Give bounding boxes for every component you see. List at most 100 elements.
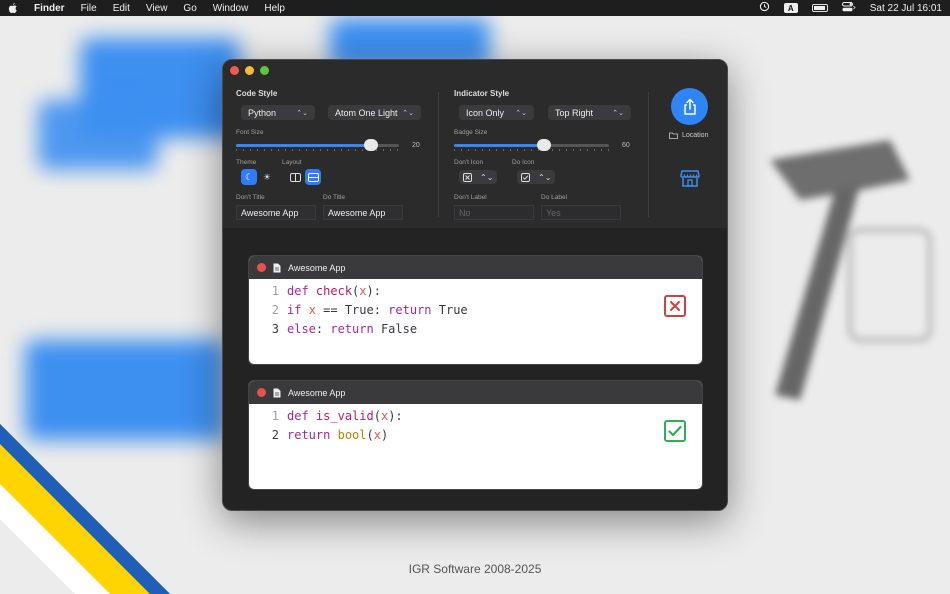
card-titlebar: Awesome App xyxy=(249,256,702,279)
section-divider xyxy=(438,92,439,217)
location-label: Location xyxy=(682,132,709,139)
indicator-mode-popup[interactable]: Icon Only ⌃⌄ xyxy=(459,105,534,120)
zoom-button[interactable] xyxy=(260,66,269,75)
dont-badge xyxy=(664,295,686,317)
indicator-mode-value: Icon Only xyxy=(466,107,505,118)
line-number: 1 xyxy=(271,284,279,298)
code-block: 1 def check(x): 2 if x == True: return Tr… xyxy=(249,279,702,339)
slider-ticks xyxy=(454,149,609,151)
badge-size-value: 60 xyxy=(622,142,630,149)
code-line: 1 def is_valid(x): xyxy=(249,407,702,426)
theme-label: Theme xyxy=(236,159,257,166)
card-titlebar: Awesome App xyxy=(249,381,702,404)
preview-good-card: Awesome App 1 def is_valid(x): 2 return b… xyxy=(248,380,703,490)
menu-file[interactable]: File xyxy=(81,3,97,14)
slider-fill xyxy=(454,144,544,147)
blurred-folder xyxy=(38,100,158,170)
menu-edit[interactable]: Edit xyxy=(113,3,130,14)
x-square-icon xyxy=(463,172,472,182)
do-label-label: Do Label xyxy=(541,194,568,201)
sun-icon[interactable]: ☀ xyxy=(259,169,275,185)
close-dot xyxy=(257,263,266,272)
chevron-updown-icon: ⌃⌄ xyxy=(296,109,308,117)
font-size-label: Font Size xyxy=(236,129,264,136)
store-icon[interactable] xyxy=(680,168,700,188)
line-number: 2 xyxy=(271,303,279,317)
menu-window[interactable]: Window xyxy=(213,3,249,14)
badge-size-slider[interactable] xyxy=(454,139,609,153)
document-icon xyxy=(273,263,281,272)
control-center-icon[interactable] xyxy=(841,1,856,15)
copyright-footer: IGR Software 2008-2025 xyxy=(408,562,542,576)
line-number: 2 xyxy=(271,428,279,442)
language-popup[interactable]: Python ⌃⌄ xyxy=(241,105,315,120)
theme-popup[interactable]: Atom One Light ⌃⌄ xyxy=(328,105,421,120)
code-line: 1 def check(x): xyxy=(249,282,702,301)
chevron-updown-icon: ⌃⌄ xyxy=(402,109,414,117)
code-line: 3 else: return False xyxy=(249,320,702,339)
folder-icon xyxy=(669,132,678,139)
split-vertical-icon[interactable] xyxy=(287,169,303,185)
layout-toggle[interactable] xyxy=(287,169,321,185)
share-button[interactable] xyxy=(671,88,708,125)
preview-bad-card: Awesome App 1 def check(x): 2 if x == Tru… xyxy=(248,255,703,365)
dont-label-field[interactable]: No xyxy=(454,205,534,220)
indicator-style-heading: Indicator Style xyxy=(454,89,510,98)
dont-title-label: Don't Title xyxy=(236,194,265,201)
slider-knob[interactable] xyxy=(537,139,551,151)
card-title: Awesome App xyxy=(288,387,346,398)
time-machine-icon[interactable] xyxy=(759,1,770,15)
app-window: Code Style Python ⌃⌄ Atom One Light ⌃⌄ Fon… xyxy=(222,59,728,511)
input-source-icon[interactable]: A xyxy=(783,3,798,13)
font-size-value: 20 xyxy=(412,142,420,149)
chevron-updown-icon: ⌃⌄ xyxy=(515,109,527,117)
split-horizontal-icon[interactable] xyxy=(305,169,321,185)
theme-toggle[interactable]: ☾ ☀ xyxy=(241,169,275,185)
settings-panel: Code Style Python ⌃⌄ Atom One Light ⌃⌄ Fon… xyxy=(223,60,727,228)
code-style-heading: Code Style xyxy=(236,89,278,98)
indicator-position-popup[interactable]: Top Right ⌃⌄ xyxy=(548,105,631,120)
slider-knob[interactable] xyxy=(364,139,378,151)
do-icon-label: Do Icon xyxy=(512,159,535,166)
close-button[interactable] xyxy=(230,66,239,75)
menu-bar: Finder File Edit View Go Window Help A S… xyxy=(0,0,950,16)
dont-title-field[interactable]: Awesome App xyxy=(236,205,316,220)
moon-icon[interactable]: ☾ xyxy=(241,169,257,185)
dont-icon-label: Don't Icon xyxy=(454,159,484,166)
do-icon-picker[interactable]: ⌃⌄ xyxy=(517,170,556,184)
code-line: 2 if x == True: return True xyxy=(249,301,702,320)
share-icon xyxy=(683,98,696,115)
line-number: 1 xyxy=(271,409,279,423)
menu-help[interactable]: Help xyxy=(264,3,285,14)
location-button[interactable]: Location xyxy=(669,132,708,139)
chevron-updown-icon: ⌃⌄ xyxy=(538,172,552,182)
font-size-slider[interactable] xyxy=(236,139,399,153)
check-square-icon xyxy=(521,172,530,182)
menu-go[interactable]: Go xyxy=(183,3,196,14)
hammer-icon xyxy=(770,140,932,400)
menu-app-name[interactable]: Finder xyxy=(34,3,65,14)
dont-icon-picker[interactable]: ⌃⌄ xyxy=(459,170,498,184)
section-divider xyxy=(648,92,649,217)
layout-label: Layout xyxy=(282,159,302,166)
chevron-updown-icon: ⌃⌄ xyxy=(612,109,624,117)
menu-clock[interactable]: Sat 22 Jul 16:01 xyxy=(870,3,942,14)
minimize-button[interactable] xyxy=(245,66,254,75)
code-block: 1 def is_valid(x): 2 return bool(x) xyxy=(249,404,702,445)
card-title: Awesome App xyxy=(288,262,346,273)
line-number: 3 xyxy=(271,322,279,336)
menu-view[interactable]: View xyxy=(146,3,168,14)
language-value: Python xyxy=(248,107,277,118)
checkmark-icon xyxy=(668,425,682,437)
do-label-field[interactable]: Yes xyxy=(541,205,621,220)
apple-icon[interactable] xyxy=(8,2,20,14)
x-icon xyxy=(670,301,680,311)
indicator-position-value: Top Right xyxy=(555,107,594,118)
do-title-field[interactable]: Awesome App xyxy=(323,205,403,220)
do-title-label: Do Title xyxy=(323,194,346,201)
theme-value: Atom One Light xyxy=(335,107,398,118)
document-icon xyxy=(273,388,281,397)
battery-icon[interactable] xyxy=(811,4,828,12)
do-badge xyxy=(664,420,686,442)
chevron-updown-icon: ⌃⌄ xyxy=(480,172,494,182)
